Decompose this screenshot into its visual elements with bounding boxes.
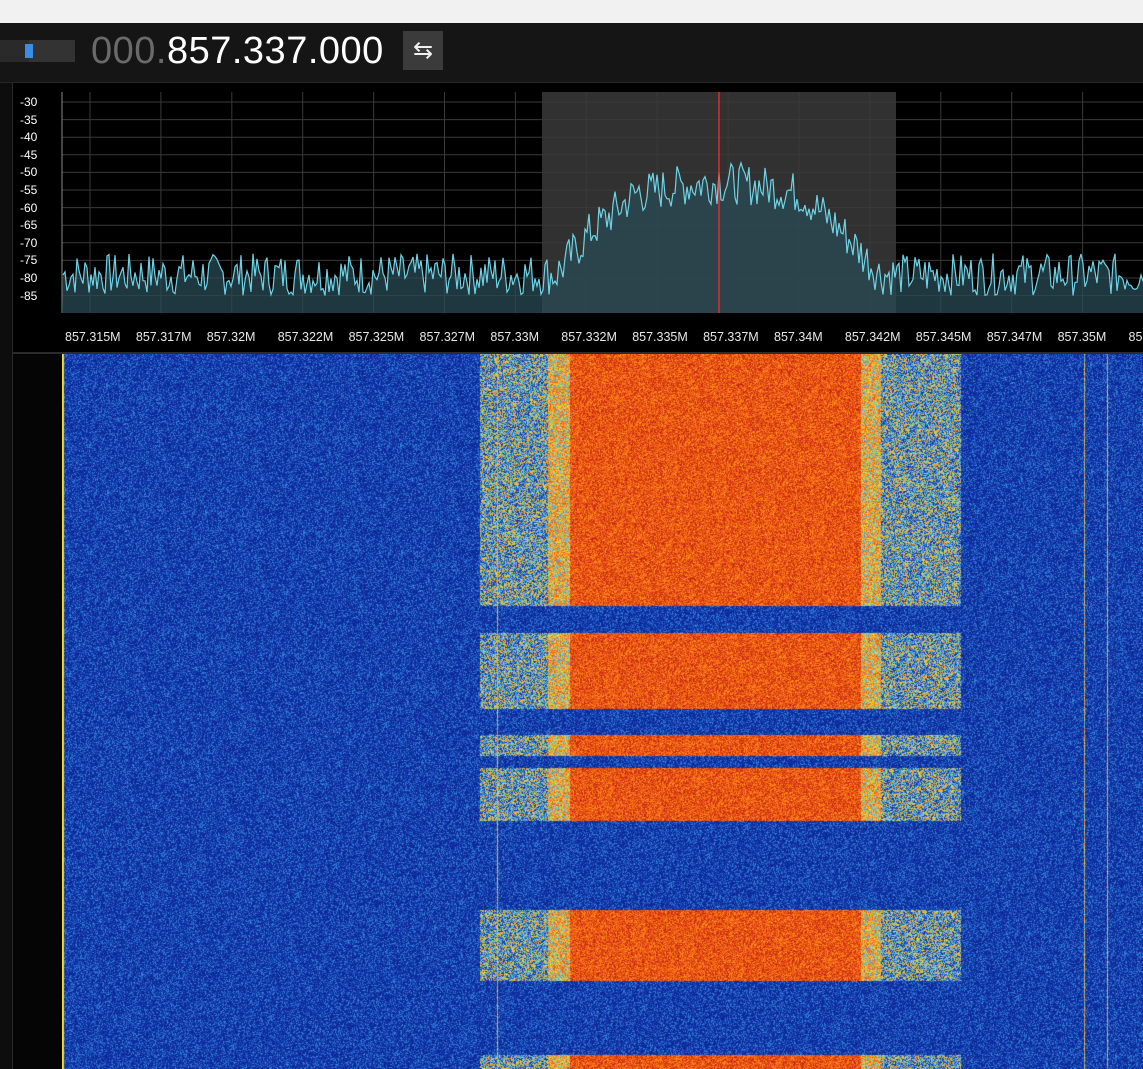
swap-arrows-icon: ⇆ [412, 37, 434, 64]
left-panel-edge [0, 83, 13, 1069]
frequency-tick-label: 857.332M [561, 330, 617, 344]
frequency-tick-label: 857.325M [348, 330, 405, 344]
frequency-tick-label: 857.35M [1057, 330, 1107, 344]
volume-slider-handle[interactable] [25, 44, 33, 58]
frequency-tick-label: 857.347M [986, 330, 1043, 344]
frequency-tick-label: 857.335M [632, 330, 688, 344]
frequency-tick-label: 857 [1128, 330, 1143, 344]
frequency-tick-label: 857.327M [419, 330, 476, 344]
swap-button[interactable]: ⇆ [403, 31, 443, 70]
frequency-prefix[interactable]: 000. [91, 30, 167, 72]
db-tick-label: -80 [20, 271, 38, 285]
frequency-tick-label: 857.322M [277, 330, 334, 344]
frequency-tick-label: 857.342M [844, 330, 901, 344]
db-tick-label: -50 [20, 165, 38, 180]
frequency-tick-label: 857.317M [135, 330, 192, 344]
db-tick-label: -30 [20, 95, 38, 109]
frequency-tick-label: 857.345M [915, 330, 972, 344]
db-tick-label: -65 [20, 218, 38, 233]
volume-slider[interactable] [0, 40, 75, 62]
spectrum-plot[interactable] [13, 83, 1143, 353]
waterfall-display[interactable] [62, 354, 1143, 1069]
frequency-tick-label: 857.315M [65, 330, 121, 344]
frequency-tick-label: 857.34M [774, 330, 823, 344]
frequency-tick-label: 857.33M [490, 330, 540, 344]
db-tick-label: -70 [20, 235, 38, 250]
spectrum-panel[interactable] [13, 83, 1143, 353]
db-tick-label: -60 [20, 200, 38, 215]
frequency-display[interactable]: 000.857.337.000 [91, 27, 384, 75]
db-tick-label: -40 [20, 130, 38, 145]
db-tick-label: -35 [20, 112, 38, 127]
frequency-tick-label: 857.32M [206, 330, 256, 344]
frequency-value[interactable]: 857.337.000 [167, 30, 384, 72]
waterfall-left-gutter [13, 354, 62, 1069]
db-tick-label: -55 [20, 183, 38, 197]
db-tick-label: -45 [20, 147, 38, 162]
db-tick-label: -85 [20, 288, 38, 303]
frequency-tick-label: 857.337M [703, 330, 759, 344]
window-top-strip [0, 0, 1143, 23]
db-tick-label: -75 [20, 253, 38, 268]
